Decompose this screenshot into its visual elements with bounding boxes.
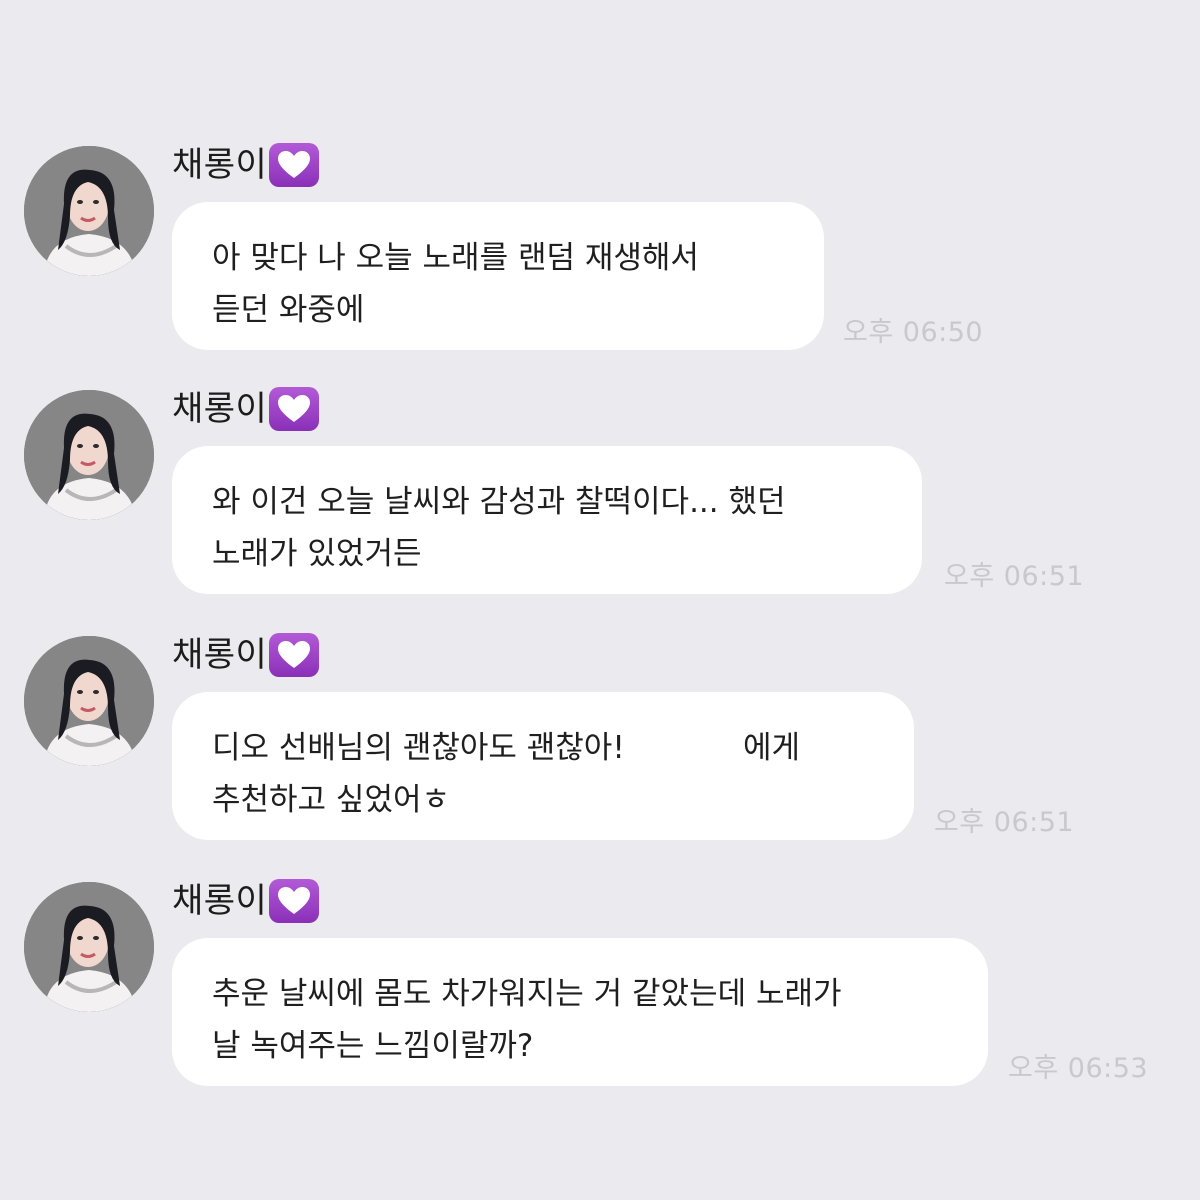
message-text-line: 디오 선배님의 괜찮아도 괜찮아! 에게 — [212, 730, 801, 766]
sender-row: 채롱이 — [172, 140, 320, 190]
avatar-image — [24, 390, 154, 520]
purple-heart-icon — [269, 633, 320, 677]
sender-name: 채롱이 — [172, 635, 268, 675]
message-bubble[interactable]: 아 맞다 나 오늘 노래를 랜덤 재생해서 듣던 와중에 — [172, 202, 824, 350]
sender-row: 채롱이 — [172, 384, 320, 434]
message-text-line: 추운 날씨에 몸도 차가워지는 거 같았는데 노래가 — [212, 976, 842, 1012]
message-text-line: 와 이건 오늘 날씨와 감성과 찰떡이다... 했던 — [212, 484, 786, 520]
avatar-image — [24, 882, 154, 1012]
message-timestamp: 오후 06:53 — [1008, 1053, 1149, 1084]
sender-name: 채롱이 — [172, 389, 268, 429]
avatar[interactable] — [24, 146, 154, 276]
avatar-image — [24, 146, 154, 276]
avatar[interactable] — [24, 390, 154, 520]
sender-row: 채롱이 — [172, 630, 320, 680]
purple-heart-icon — [269, 879, 320, 923]
chat-thread: 채롱이 아 맞다 나 오늘 노래를 랜덤 재생해서 듣던 와중에 오후 06:5… — [0, 0, 1200, 1200]
avatar-image — [24, 636, 154, 766]
message-text-line: 아 맞다 나 오늘 노래를 랜덤 재생해서 — [212, 240, 699, 276]
purple-heart-icon — [269, 143, 320, 187]
message-2: 채롱이 와 이건 오늘 날씨와 감성과 찰떡이다... 했던 노래가 있었거든 … — [0, 387, 1200, 640]
sender-row: 채롱이 — [172, 876, 320, 926]
message-text-line: 노래가 있었거든 — [212, 536, 422, 572]
message-4: 채롱이 추운 날씨에 몸도 차가워지는 거 같았는데 노래가 날 녹여주는 느낌… — [0, 879, 1200, 1132]
avatar[interactable] — [24, 882, 154, 1012]
message-timestamp: 오후 06:51 — [934, 807, 1075, 838]
message-1: 채롱이 아 맞다 나 오늘 노래를 랜덤 재생해서 듣던 와중에 오후 06:5… — [0, 143, 1200, 396]
message-timestamp: 오후 06:51 — [944, 561, 1085, 592]
message-text-line: 듣던 와중에 — [212, 292, 365, 328]
message-text-line: 날 녹여주는 느낌이랄까? — [212, 1028, 534, 1064]
message-timestamp: 오후 06:50 — [843, 317, 984, 348]
purple-heart-icon — [269, 387, 320, 431]
avatar[interactable] — [24, 636, 154, 766]
sender-name: 채롱이 — [172, 881, 268, 921]
message-text-line: 추천하고 싶었어ㅎ — [212, 782, 451, 818]
message-3: 채롱이 디오 선배님의 괜찮아도 괜찮아! 에게 추천하고 싶었어ㅎ 오후 06… — [0, 633, 1200, 886]
sender-name: 채롱이 — [172, 145, 268, 185]
message-bubble[interactable]: 추운 날씨에 몸도 차가워지는 거 같았는데 노래가 날 녹여주는 느낌이랄까? — [172, 938, 988, 1086]
message-bubble[interactable]: 디오 선배님의 괜찮아도 괜찮아! 에게 추천하고 싶었어ㅎ — [172, 692, 914, 840]
message-bubble[interactable]: 와 이건 오늘 날씨와 감성과 찰떡이다... 했던 노래가 있었거든 — [172, 446, 922, 594]
